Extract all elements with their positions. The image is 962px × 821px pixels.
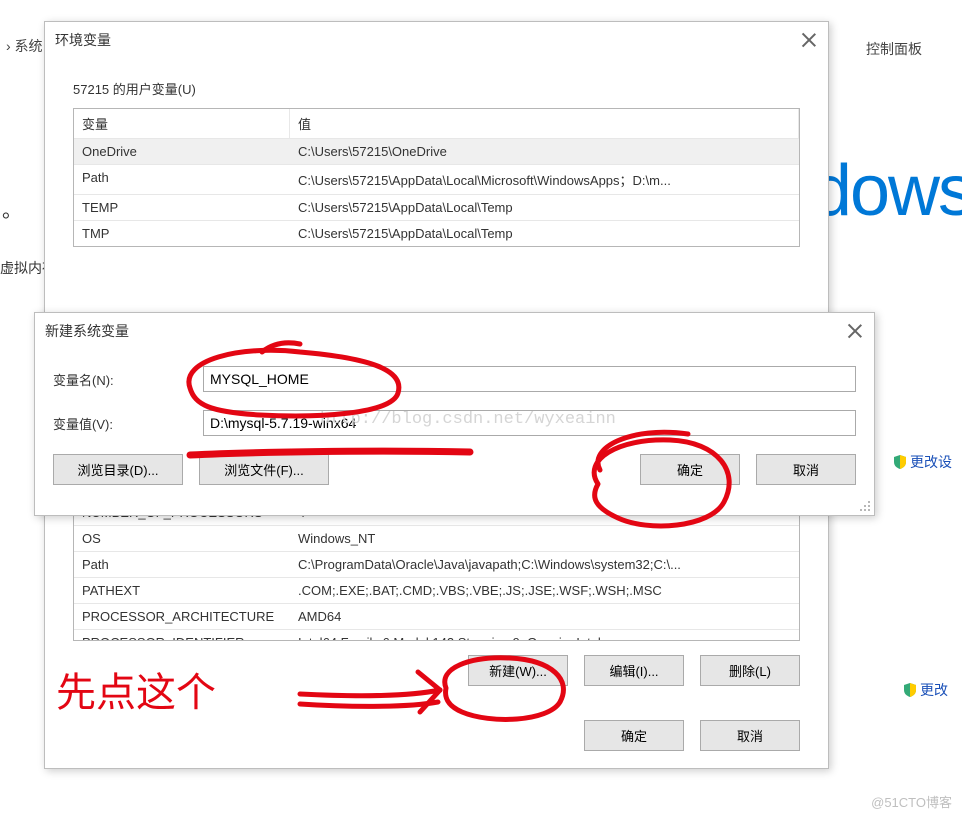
table-row[interactable]: PATHEXT .COM;.EXE;.BAT;.CMD;.VBS;.VBE;.J… [74, 578, 799, 604]
var-name-input[interactable] [203, 366, 856, 392]
table-row[interactable]: OS Windows_NT [74, 526, 799, 552]
bg-control-panel-text: 控制面板 [866, 39, 922, 59]
browse-dir-button[interactable]: 浏览目录(D)... [53, 454, 183, 485]
table-row[interactable]: Path C:\ProgramData\Oracle\Java\javapath… [74, 552, 799, 578]
col-header-value[interactable]: 值 [290, 109, 799, 138]
edit-button[interactable]: 编辑(I)... [584, 655, 684, 686]
table-row[interactable]: Path C:\Users\57215\AppData\Local\Micros… [74, 165, 799, 195]
close-icon[interactable] [800, 31, 818, 49]
var-name-label: 变量名(N): [53, 370, 203, 389]
windows-logo-text-fragment: dows [812, 150, 962, 232]
table-row[interactable]: TEMP C:\Users\57215\AppData\Local\Temp [74, 195, 799, 221]
link-text: 更改设 [910, 452, 952, 472]
table-row[interactable]: PROCESSOR_IDENTIFIER Intel64 Family 6 Mo… [74, 630, 799, 641]
user-vars-label: 57215 的用户变量(U) [45, 57, 828, 108]
bg-dot: 。 [2, 194, 22, 223]
resize-grip-icon[interactable] [858, 499, 872, 513]
ok-button[interactable]: 确定 [640, 454, 740, 485]
dialog-title-text: 环境变量 [55, 30, 111, 50]
link-text: 更改 [920, 680, 948, 700]
ok-button[interactable]: 确定 [584, 720, 684, 751]
browse-file-button[interactable]: 浏览文件(F)... [199, 454, 329, 485]
system-vars-table[interactable]: NUMBER_OF_PROCESSORS 4 OS Windows_NT Pat… [73, 499, 800, 641]
page-watermark: @51CTO博客 [871, 792, 952, 811]
shield-icon [892, 454, 908, 470]
var-value-input[interactable] [203, 410, 856, 436]
table-row[interactable]: PROCESSOR_ARCHITECTURE AMD64 [74, 604, 799, 630]
table-row[interactable]: TMP C:\Users\57215\AppData\Local\Temp [74, 221, 799, 246]
change-settings-link-2[interactable]: 更改 [902, 680, 948, 700]
delete-button[interactable]: 删除(L) [700, 655, 800, 686]
new-button[interactable]: 新建(W)... [468, 655, 568, 686]
table-header: 变量 值 [74, 109, 799, 139]
var-value-label: 变量值(V): [53, 414, 203, 433]
change-settings-link-1[interactable]: 更改设 [892, 452, 952, 472]
shield-icon [902, 682, 918, 698]
close-icon[interactable] [846, 322, 864, 340]
breadcrumb: › 系统 [6, 36, 43, 56]
user-vars-table[interactable]: 变量 值 OneDrive C:\Users\57215\OneDrive Pa… [73, 108, 800, 247]
new-system-var-dialog: 新建系统变量 变量名(N): 变量值(V): 浏览目录(D)... 浏览文件(F… [34, 312, 875, 516]
col-header-name[interactable]: 变量 [74, 109, 290, 138]
cancel-button[interactable]: 取消 [756, 454, 856, 485]
table-row[interactable]: OneDrive C:\Users\57215\OneDrive [74, 139, 799, 165]
cancel-button[interactable]: 取消 [700, 720, 800, 751]
dialog-title-text: 新建系统变量 [45, 321, 129, 341]
